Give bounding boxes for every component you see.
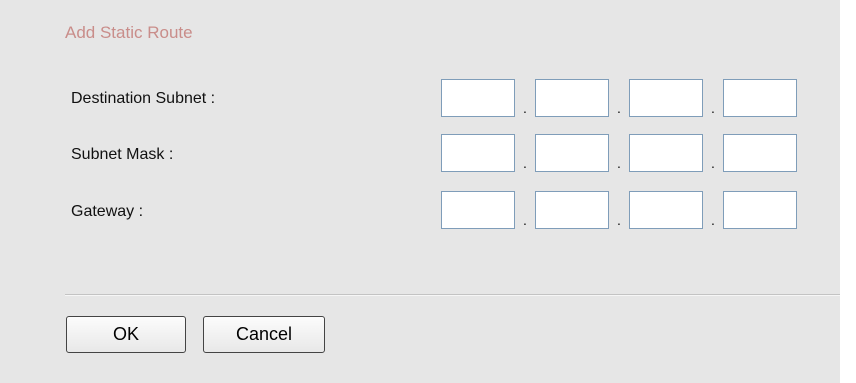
gateway-octet-1[interactable] <box>441 191 515 229</box>
octet-separator: . <box>617 100 621 116</box>
gateway-octet-2[interactable] <box>535 191 609 229</box>
subnet-mask-octet-3[interactable] <box>629 134 703 172</box>
gateway-field: . . . <box>441 191 801 231</box>
subnet-mask-label: Subnet Mask : <box>71 146 174 163</box>
destination-subnet-octet-2[interactable] <box>535 79 609 117</box>
octet-separator: . <box>523 100 527 116</box>
subnet-mask-octet-2[interactable] <box>535 134 609 172</box>
subnet-mask-field: . . . <box>441 134 801 174</box>
destination-subnet-octet-1[interactable] <box>441 79 515 117</box>
octet-separator: . <box>711 100 715 116</box>
gateway-octet-3[interactable] <box>629 191 703 229</box>
destination-subnet-octet-4[interactable] <box>723 79 797 117</box>
ok-button[interactable]: OK <box>66 316 186 353</box>
gateway-label: Gateway : <box>71 203 144 220</box>
gateway-octet-4[interactable] <box>723 191 797 229</box>
octet-separator: . <box>523 212 527 228</box>
octet-separator: . <box>523 155 527 171</box>
octet-separator: . <box>617 155 621 171</box>
cancel-button[interactable]: Cancel <box>203 316 325 353</box>
octet-separator: . <box>617 212 621 228</box>
divider <box>65 294 840 296</box>
destination-subnet-field: . . . <box>441 79 801 119</box>
destination-subnet-label: Destination Subnet : <box>71 90 216 107</box>
dialog-title: Add Static Route <box>65 23 193 42</box>
subnet-mask-octet-4[interactable] <box>723 134 797 172</box>
destination-subnet-octet-3[interactable] <box>629 79 703 117</box>
static-route-panel: Add Static Route Destination Subnet : . … <box>0 0 840 383</box>
octet-separator: . <box>711 212 715 228</box>
subnet-mask-octet-1[interactable] <box>441 134 515 172</box>
octet-separator: . <box>711 155 715 171</box>
